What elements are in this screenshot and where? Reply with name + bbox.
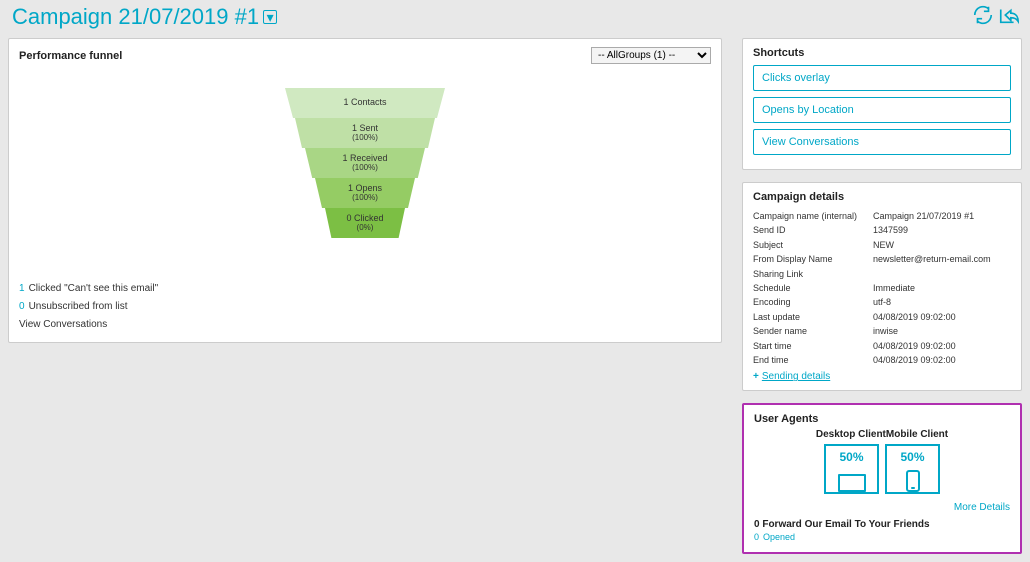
shortcut-clicks-overlay[interactable]: Clicks overlay: [753, 65, 1011, 91]
shortcut-view-conversations[interactable]: View Conversations: [753, 129, 1011, 155]
funnel-heading: Performance funnel: [19, 50, 122, 62]
leak-no-open: 0 didn't open: [421, 188, 528, 198]
funnel-stage-contacts[interactable]: 1 Contacts: [285, 88, 445, 118]
funnel-stage-clicked[interactable]: 0 Clicked (0%) 1 didn't click: [325, 208, 405, 238]
details-heading: Campaign details: [753, 191, 844, 203]
detail-row: Last update04/08/2019 09:02:00: [753, 310, 1011, 324]
mobile-icon: [906, 472, 920, 492]
stat-clicked-cant-see[interactable]: 1Clicked "Can't see this email": [19, 280, 711, 298]
refresh-icon[interactable]: [972, 4, 994, 29]
page-title: Campaign 21/07/2019 #1 ▾: [12, 4, 277, 30]
more-details-link[interactable]: More Details: [754, 502, 1010, 513]
detail-row: Send ID1347599: [753, 223, 1011, 237]
forward-count: 0 Forward Our Email To Your Friends: [754, 519, 1010, 530]
leak-not-sent: 0 were not sent: [441, 128, 559, 138]
page-title-text: Campaign 21/07/2019 #1: [12, 4, 259, 30]
desktop-icon: [838, 472, 866, 492]
detail-row: Campaign name (internal)Campaign 21/07/2…: [753, 209, 1011, 223]
detail-row: Sharing Link: [753, 267, 1011, 281]
chevron-down-icon[interactable]: ▾: [263, 10, 277, 24]
detail-row: End time04/08/2019 09:02:00: [753, 353, 1011, 367]
sending-details-link[interactable]: Sending details: [753, 371, 1011, 382]
view-conversations-link[interactable]: View Conversations: [19, 316, 711, 334]
groups-select[interactable]: -- AllGroups (1) --: [591, 47, 711, 64]
stat-unsubscribed[interactable]: 0Unsubscribed from list: [19, 298, 711, 316]
detail-row: Start time04/08/2019 09:02:00: [753, 339, 1011, 353]
detail-row: Encodingutf-8: [753, 295, 1011, 309]
funnel-chart: 1 Contacts 1 Sent (100%) 0 were not sent…: [19, 70, 711, 248]
mobile-client-tile[interactable]: 50%: [885, 444, 940, 494]
detail-row: Sender nameinwise: [753, 324, 1011, 338]
desktop-client-tile[interactable]: 50%: [824, 444, 879, 494]
detail-row: From Display Namenewsletter@return-email…: [753, 252, 1011, 266]
leak-bounced: 0 Bounced: [431, 158, 530, 168]
details-list: Campaign name (internal)Campaign 21/07/2…: [753, 209, 1011, 367]
detail-row: ScheduleImmediate: [753, 281, 1011, 295]
funnel-stage-opens[interactable]: 1 Opens (100%) 0 didn't open: [315, 178, 415, 208]
shortcuts-heading: Shortcuts: [753, 47, 804, 59]
detail-row: SubjectNEW: [753, 238, 1011, 252]
funnel-stage-received[interactable]: 1 Received (100%) 0 Bounced: [305, 148, 425, 178]
export-icon[interactable]: [998, 4, 1020, 29]
user-agents-labels: Desktop ClientMobile Client: [754, 429, 1010, 440]
funnel-stage-sent[interactable]: 1 Sent (100%) 0 were not sent: [295, 118, 435, 148]
leak-no-click: 1 didn't click: [411, 218, 516, 228]
shortcut-opens-by-location[interactable]: Opens by Location: [753, 97, 1011, 123]
user-agents-heading: User Agents: [754, 413, 1010, 425]
